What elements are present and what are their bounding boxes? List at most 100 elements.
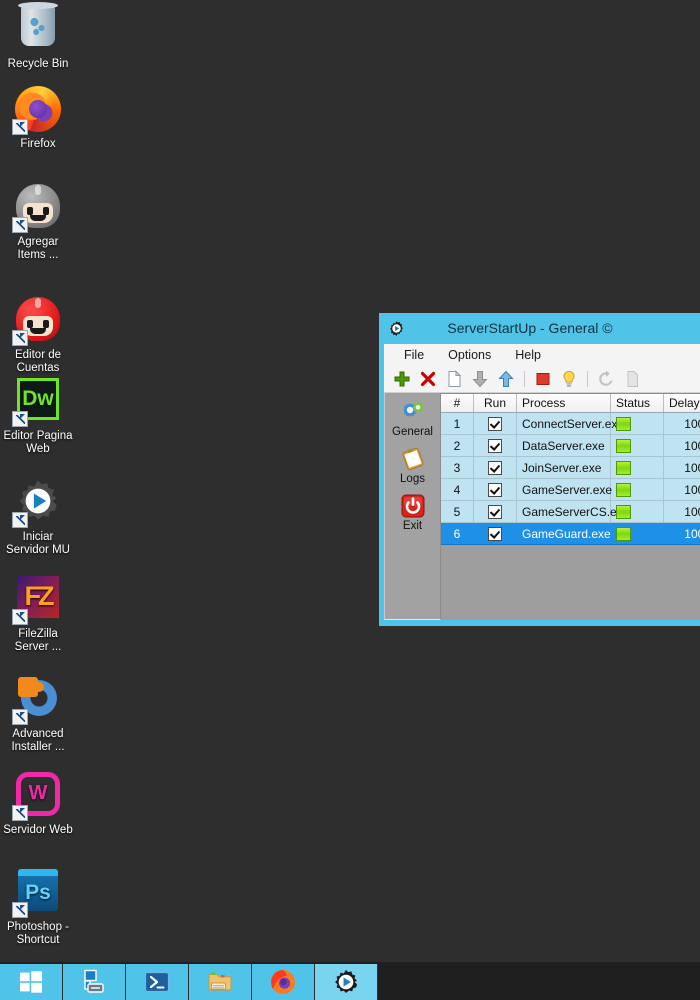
table-row[interactable]: 5 GameServerCS.exe 1000 (441, 500, 700, 523)
toolbar (384, 366, 700, 393)
grid-header-run[interactable]: Run (473, 394, 517, 413)
sidebar-item-label: Exit (402, 520, 423, 532)
sidebar-item-logs[interactable]: Logs (385, 446, 440, 485)
recycle-bin-icon (14, 2, 62, 54)
checkbox-checked-icon[interactable] (488, 438, 502, 453)
taskbar-firefox[interactable] (252, 964, 315, 1000)
table-row[interactable]: 6 GameGuard.exe 1000 (441, 522, 700, 545)
stop-button[interactable] (533, 369, 553, 389)
row-run-checkbox[interactable] (473, 522, 517, 545)
file-explorer-icon (207, 969, 233, 995)
grid-header-row: # Run Process Status Delay (441, 394, 700, 413)
delete-button[interactable] (418, 369, 438, 389)
lightbulb-icon[interactable] (559, 369, 579, 389)
sidebar-item-general[interactable]: General (385, 399, 440, 438)
row-run-checkbox[interactable] (473, 456, 517, 479)
move-down-button[interactable] (470, 369, 490, 389)
powershell-icon (144, 969, 170, 995)
sidebar-item-label: Logs (400, 473, 425, 485)
grid-body: 1 ConnectServer.exe 1000 2 DataServer.exe 100… (441, 412, 700, 615)
move-up-button[interactable] (496, 369, 516, 389)
add-button[interactable] (392, 369, 412, 389)
row-status (610, 478, 664, 501)
grid-header-num[interactable]: # (441, 394, 474, 413)
row-run-checkbox[interactable] (473, 434, 517, 457)
filezilla-icon: FZ (12, 576, 62, 625)
content-area: General Logs Exit # Run Process Status Del… (384, 393, 700, 620)
desktop-icon-label: Firefox (20, 138, 56, 150)
shortcut-arrow-icon (12, 805, 28, 821)
desktop-icon-label: Editor Pagina Web (3, 430, 73, 455)
desktop-icon-label: Photoshop - Shortcut (6, 921, 69, 946)
desktop-icon-label: Advanced Installer ... (11, 728, 65, 753)
copy-icon (622, 369, 642, 389)
table-row[interactable]: 2 DataServer.exe 1000 (441, 434, 700, 457)
checkbox-checked-icon[interactable] (488, 504, 502, 519)
row-process-name: JoinServer.exe (516, 456, 611, 479)
row-status (610, 522, 664, 545)
status-led-icon (616, 504, 631, 519)
row-status (610, 500, 664, 523)
sidebar-item-exit[interactable]: Exit (385, 493, 440, 532)
desktop-icon[interactable]: FZ FileZilla Server ... (0, 573, 76, 654)
grid-header-process[interactable]: Process (516, 394, 611, 413)
row-delay: 1000 (663, 434, 700, 457)
shortcut-arrow-icon (12, 512, 28, 528)
desktop-icon[interactable]: Agregar Items ... (0, 182, 76, 262)
megaman-red-icon (12, 297, 62, 346)
serverstartup-window: ServerStartUp - General © File Options Hel… (379, 313, 700, 626)
checkbox-checked-icon[interactable] (488, 416, 502, 431)
row-index: 5 (441, 500, 474, 523)
photoshop-icon: Ps (12, 869, 62, 918)
taskbar-powershell[interactable] (126, 964, 189, 1000)
table-row[interactable]: 1 ConnectServer.exe 1000 (441, 412, 700, 435)
desktop-icon[interactable]: Iniciar Servidor MU (0, 477, 76, 557)
status-led-icon (616, 460, 631, 475)
taskbar-store[interactable] (63, 964, 126, 1000)
row-process-name: GameServer.exe (516, 478, 612, 501)
row-process-name: GameGuard.exe (516, 522, 611, 545)
notepad-icon (400, 446, 426, 472)
gears-icon (400, 399, 426, 425)
window-title-bar[interactable]: ServerStartUp - General © (379, 313, 700, 344)
start-button[interactable] (0, 964, 63, 1000)
desktop-icon[interactable]: Ps Photoshop - Shortcut (0, 866, 76, 947)
row-index: 6 (441, 522, 474, 545)
window-body: File Options Help General Logs Exit # Ru… (384, 344, 700, 620)
desktop-icon-label: Iniciar Servidor MU (6, 531, 70, 556)
menu-item-options[interactable]: Options (445, 347, 494, 363)
row-run-checkbox[interactable] (473, 412, 517, 435)
sidebar: General Logs Exit (384, 393, 441, 620)
taskbar-items (0, 964, 378, 1000)
desktop-icon[interactable]: Firefox (0, 85, 76, 151)
desktop-icon-label: FileZilla Server ... (14, 628, 62, 653)
row-run-checkbox[interactable] (473, 478, 517, 501)
toolbar-separator (587, 371, 588, 387)
power-off-icon (400, 493, 426, 519)
row-status (610, 412, 664, 435)
desktop-icon[interactable]: Editor de Cuentas (0, 295, 76, 375)
desktop-icon[interactable]: Dw Editor Pagina Web (0, 375, 76, 456)
checkbox-checked-icon[interactable] (488, 526, 502, 541)
menu-item-help[interactable]: Help (512, 347, 544, 363)
desktop-icon[interactable]: Advanced Installer ... (0, 674, 76, 754)
checkbox-checked-icon[interactable] (488, 482, 502, 497)
table-row[interactable]: 3 JoinServer.exe 1000 (441, 456, 700, 479)
wamp-icon: W (12, 772, 62, 821)
row-delay: 1000 (663, 500, 700, 523)
checkbox-checked-icon[interactable] (488, 460, 502, 475)
new-file-button[interactable] (444, 369, 464, 389)
shortcut-arrow-icon (12, 330, 28, 346)
process-grid-wrapper[interactable]: # Run Process Status Delay 1 ConnectServe… (441, 393, 700, 620)
table-row[interactable]: 4 GameServer.exe 1000 (441, 478, 700, 501)
menu-item-file[interactable]: File (401, 347, 427, 363)
grid-header-delay[interactable]: Delay (663, 394, 700, 413)
taskbar-serverstartup[interactable] (315, 964, 378, 1000)
taskbar-file-explorer[interactable] (189, 964, 252, 1000)
shortcut-arrow-icon (12, 119, 28, 135)
desktop-icon[interactable]: W Servidor Web (0, 770, 76, 837)
grid-header-status[interactable]: Status (610, 394, 664, 413)
row-run-checkbox[interactable] (473, 500, 517, 523)
desktop-icon[interactable]: Recycle Bin (0, 2, 76, 71)
row-process-name: DataServer.exe (516, 434, 611, 457)
